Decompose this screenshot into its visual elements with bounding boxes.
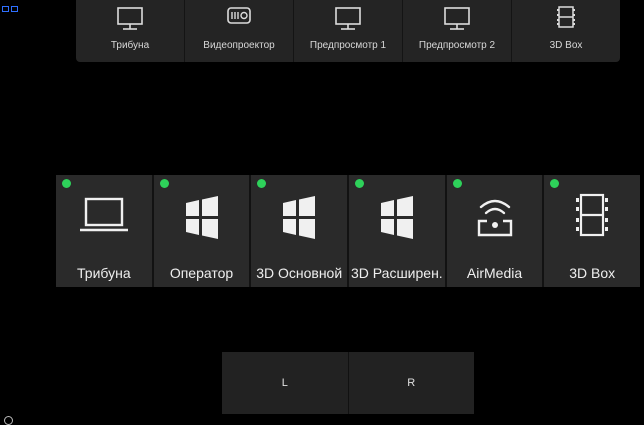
windows-icon — [380, 196, 413, 239]
airmedia-icon — [477, 199, 512, 237]
windows-icon — [283, 196, 316, 239]
output-label: 3D Box — [549, 40, 583, 51]
source-button-airmedia[interactable]: AirMedia — [447, 175, 545, 287]
source-bar: Трибуна Оператор 3D Основной 3D Расширен… — [56, 175, 640, 287]
source-button-3d-box[interactable]: 3D Box — [544, 175, 640, 287]
output-button-preview-2[interactable]: Предпросмотр 2 — [403, 0, 512, 62]
status-dot — [159, 179, 169, 188]
source-button-operator[interactable]: Оператор — [154, 175, 252, 287]
windows-icon — [185, 196, 218, 239]
output-button-tribune[interactable]: Трибуна — [76, 0, 185, 62]
film-icon — [576, 193, 609, 237]
output-button-preview-1[interactable]: Предпросмотр 1 — [294, 0, 403, 62]
status-dot — [452, 179, 462, 188]
source-button-3d-main[interactable]: 3D Основной — [251, 175, 350, 287]
source-label: AirMedia — [466, 265, 523, 281]
channel-selector: L R — [222, 352, 474, 414]
source-label: 3D Основной — [256, 265, 343, 281]
source-label: 3D Расширен. — [351, 265, 443, 281]
output-label: Предпросмотр 1 — [309, 40, 387, 51]
monitor-icon — [335, 7, 361, 30]
circle-icon — [4, 416, 13, 425]
monitor-icon — [444, 7, 470, 30]
source-label: Трибуна — [77, 265, 131, 281]
corner-indicator — [2, 6, 20, 14]
status-dot — [355, 179, 365, 188]
status-dot — [257, 179, 267, 188]
channel-right-button[interactable]: R — [349, 352, 475, 414]
output-button-projector[interactable]: Видеопроектор — [185, 0, 294, 62]
source-label: Оператор — [169, 265, 234, 281]
source-button-tribune[interactable]: Трибуна — [56, 175, 154, 287]
output-bar: Трибуна Видеопроектор Предпросмотр 1 Пре… — [76, 0, 620, 62]
laptop-icon — [79, 197, 128, 232]
output-label: Предпросмотр 2 — [418, 40, 496, 51]
output-label: Видеопроектор — [203, 40, 275, 51]
output-label: Трибуна — [110, 40, 150, 51]
status-dot — [62, 179, 71, 188]
output-button-3d-box[interactable]: 3D Box — [512, 0, 620, 62]
projector-icon — [227, 7, 251, 24]
monitor-icon — [117, 7, 143, 30]
film-icon — [557, 6, 575, 28]
status-dot — [550, 179, 560, 188]
source-label: 3D Box — [569, 265, 616, 281]
source-button-3d-extended[interactable]: 3D Расширен. — [349, 175, 447, 287]
channel-left-button[interactable]: L — [222, 352, 349, 414]
